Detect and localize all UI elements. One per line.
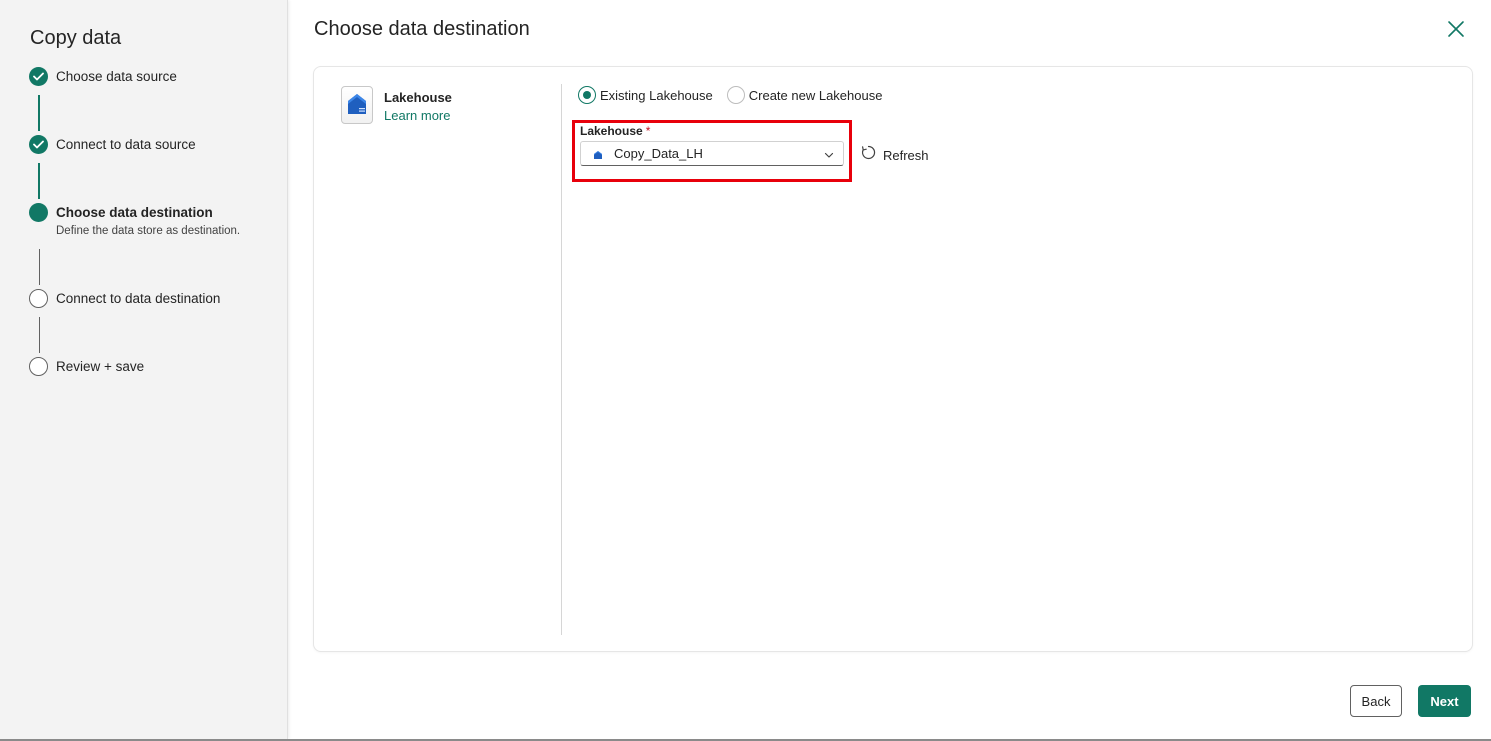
lakehouse-icon (341, 86, 373, 124)
step-connector (38, 95, 40, 131)
pending-step-icon (29, 289, 48, 308)
destination-name: Lakehouse (384, 90, 452, 105)
step-connector (38, 163, 40, 199)
sidebar-title: Copy data (30, 27, 122, 49)
back-button[interactable]: Back (1350, 685, 1402, 717)
check-icon (29, 135, 48, 154)
field-label-text: Lakehouse (580, 124, 643, 138)
refresh-button[interactable]: Refresh (860, 144, 929, 166)
refresh-label: Refresh (883, 147, 929, 163)
lakehouse-dropdown[interactable]: Copy_Data_LH (580, 141, 844, 166)
check-icon (29, 67, 48, 86)
step-label: Choose data destination (56, 205, 213, 220)
step-review-save[interactable]: Review + save (29, 357, 144, 376)
close-icon[interactable] (1444, 18, 1468, 42)
existing-lakehouse-radio[interactable]: Existing Lakehouse (578, 86, 713, 104)
chevron-down-icon (823, 148, 835, 160)
step-connect-to-data-destination[interactable]: Connect to data destination (29, 289, 220, 308)
radio-label: Create new Lakehouse (748, 87, 883, 103)
radio-unselected-icon (726, 86, 745, 104)
page-title: Choose data destination (314, 18, 530, 40)
refresh-icon (860, 144, 877, 166)
radio-selected-icon (578, 86, 596, 104)
lakehouse-mode-radio-group: Existing Lakehouse Create new Lakehouse (578, 86, 896, 104)
step-choose-data-source[interactable]: Choose data source (29, 67, 177, 86)
create-new-lakehouse-radio[interactable]: Create new Lakehouse (726, 86, 883, 104)
step-description: Define the data store as destination. (56, 225, 241, 237)
vertical-divider (561, 84, 562, 635)
lakehouse-field-label: Lakehouse * (580, 124, 650, 138)
lakehouse-icon (592, 148, 604, 160)
required-mark: * (645, 124, 651, 138)
next-button[interactable]: Next (1418, 685, 1471, 717)
wizard-sidebar: Copy data Choose data source Connect to … (0, 0, 288, 739)
learn-more-link[interactable]: Learn more (384, 108, 450, 123)
step-connector (38, 249, 40, 285)
step-label: Review + save (56, 359, 145, 374)
step-connect-to-data-source[interactable]: Connect to data source (29, 135, 196, 154)
radio-label: Existing Lakehouse (600, 87, 713, 103)
lakehouse-dropdown-value: Copy_Data_LH (614, 146, 703, 161)
step-label: Connect to data destination (56, 291, 221, 306)
current-step-icon (29, 203, 48, 222)
step-choose-data-destination[interactable]: Choose data destination Define the data … (29, 203, 240, 237)
step-label: Connect to data source (56, 137, 196, 152)
step-connector (38, 317, 40, 353)
pending-step-icon (29, 357, 48, 376)
step-label: Choose data source (56, 69, 177, 84)
